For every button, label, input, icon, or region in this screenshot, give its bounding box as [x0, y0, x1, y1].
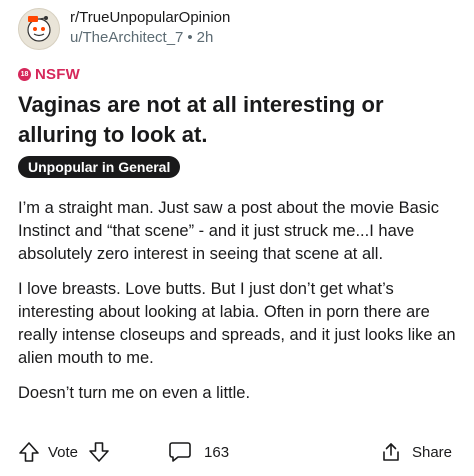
nsfw-18-icon: 18 [18, 68, 31, 81]
nsfw-label: NSFW [35, 66, 80, 83]
vote-group: Vote [18, 441, 110, 463]
upvote-arrow-icon[interactable] [18, 441, 40, 463]
share-icon [380, 441, 402, 463]
post-time: 2h [196, 29, 214, 46]
post-meta: r/TrueUnpopularOpinion u/TheArchitect_7 •… [70, 8, 230, 48]
post-paragraph-3: Doesn’t turn me on even a little. [18, 384, 251, 402]
share-button[interactable]: Share [380, 441, 452, 463]
user-line: u/TheArchitect_7 • 2h [70, 27, 230, 48]
post-title[interactable]: Vaginas are not at all interesting or al… [18, 90, 458, 150]
post-paragraph-1: I’m a straight man. Just saw a post abou… [18, 199, 439, 263]
post-actions-bar: Vote 163 Share [18, 438, 458, 466]
comment-count: 163 [204, 443, 230, 461]
share-label: Share [411, 443, 452, 461]
nsfw-tag: 18 NSFW [18, 66, 80, 83]
post-header: r/TrueUnpopularOpinion u/TheArchitect_7 •… [18, 8, 230, 50]
username[interactable]: u/TheArchitect_7 [70, 29, 183, 46]
post-flair[interactable]: Unpopular in General [18, 156, 181, 178]
comment-bubble-icon [168, 441, 192, 463]
vote-label: Vote [48, 443, 79, 461]
post-paragraph-2: I love breasts. Love butts. But I just d… [18, 280, 456, 367]
post-body: I’m a straight man. Just saw a post abou… [18, 197, 468, 417]
separator-dot: • [187, 29, 193, 46]
subreddit-name[interactable]: r/TrueUnpopularOpinion [70, 8, 230, 27]
downvote-arrow-icon[interactable] [88, 441, 110, 463]
comments-button[interactable]: 163 [168, 441, 229, 463]
subreddit-avatar-icon[interactable] [18, 8, 60, 50]
